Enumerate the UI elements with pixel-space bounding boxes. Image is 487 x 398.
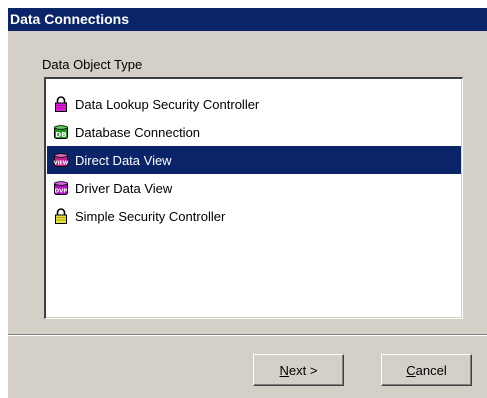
separator-highlight xyxy=(8,335,487,336)
next-button[interactable]: Next > xyxy=(253,354,344,386)
cancel-button[interactable]: Cancel xyxy=(381,354,472,386)
svg-text:DVP: DVP xyxy=(55,189,68,195)
list-item-label: Driver Data View xyxy=(75,180,173,196)
title-bar[interactable]: Data Connections xyxy=(8,8,487,31)
driver-view-icon: DVP xyxy=(53,180,69,196)
list-item-simple-security-controller[interactable]: Simple Security Controller xyxy=(47,202,461,230)
list-item-direct-data-view[interactable]: VIEW Direct Data View xyxy=(47,146,461,174)
next-mnemonic: N xyxy=(279,362,289,378)
padlock-magenta-icon xyxy=(53,96,69,112)
list-item-label: Database Connection xyxy=(75,124,201,140)
next-button-label: Next > xyxy=(280,363,318,378)
database-db-icon: DB xyxy=(53,124,69,140)
cancel-label-rest: ancel xyxy=(415,362,447,378)
cancel-mnemonic: C xyxy=(406,362,416,378)
list-item-label: Data Lookup Security Controller xyxy=(75,96,260,112)
data-object-type-label: Data Object Type xyxy=(42,57,143,72)
list-item-label: Direct Data View xyxy=(75,152,172,168)
svg-text:DB: DB xyxy=(55,131,66,139)
list-item-label: Simple Security Controller xyxy=(75,208,226,224)
next-label-rest: ext > xyxy=(288,362,318,378)
data-connections-dialog: Data Connections Data Object Type Data L… xyxy=(8,8,487,398)
list-item-data-lookup-security-controller[interactable]: Data Lookup Security Controller xyxy=(47,90,461,118)
svg-text:VIEW: VIEW xyxy=(54,161,69,167)
data-object-type-list[interactable]: Data Lookup Security Controller DB Datab… xyxy=(44,77,463,319)
list-item-driver-data-view[interactable]: DVP Driver Data View xyxy=(47,174,461,202)
list-item-database-connection[interactable]: DB Database Connection xyxy=(47,118,461,146)
dialog-title: Data Connections xyxy=(10,11,130,27)
cancel-button-label: Cancel xyxy=(406,363,446,378)
padlock-yellow-icon xyxy=(53,208,69,224)
view-icon: VIEW xyxy=(53,152,69,168)
